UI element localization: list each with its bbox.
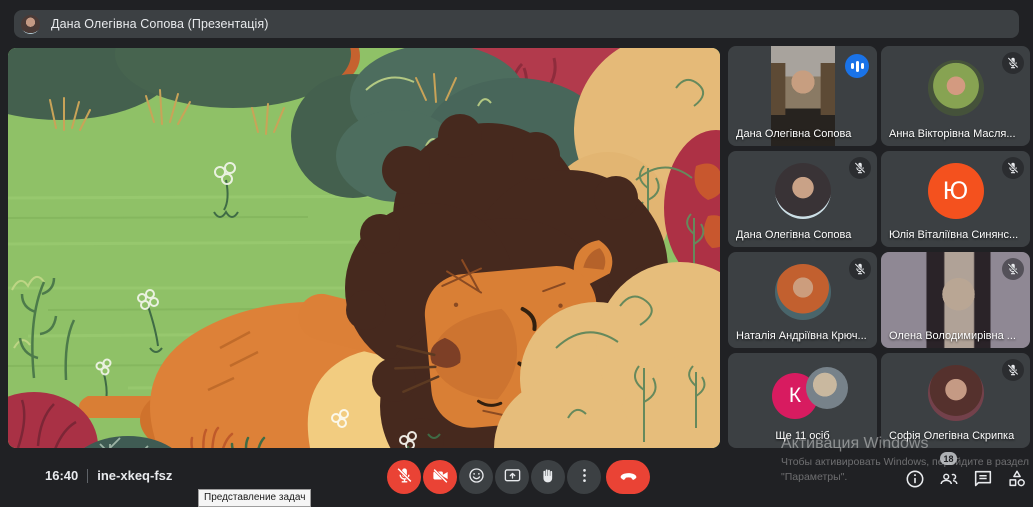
present-screen-icon (503, 466, 522, 488)
participant-name: Юлія Віталіївна Синянс... (889, 229, 1019, 241)
camera-off-button[interactable] (423, 460, 457, 494)
lion-illustration (8, 48, 720, 448)
meeting-panels (904, 468, 1028, 490)
mic-muted-icon (1002, 157, 1024, 179)
mic-muted-icon (1002, 359, 1024, 381)
call-controls (387, 460, 650, 494)
presenter-label: Дана Олегівна Сопова (Презентація) (51, 17, 269, 31)
clock: 16:40 (45, 468, 79, 483)
participant-name: Дана Олегівна Сопова (736, 128, 852, 140)
participant-tile[interactable]: Анна Вікторівна Масля... (881, 46, 1030, 146)
participant-name: Дана Олегівна Сопова (736, 229, 852, 241)
mic-off-icon (395, 466, 414, 488)
participant-name: Анна Вікторівна Масля... (889, 128, 1016, 140)
meeting-code: ine-xkeq-fsz (97, 468, 173, 483)
people-button[interactable] (938, 468, 960, 490)
smile-icon (467, 466, 486, 488)
participant-tile[interactable]: Наталія Андріївна Крюч... (728, 252, 877, 348)
end-call-icon (617, 464, 640, 490)
chat-button[interactable] (972, 468, 994, 490)
letter-avatar: Ю (927, 163, 984, 219)
participant-tile[interactable]: Софія Олегівна Скрипка (881, 353, 1030, 448)
participant-tile[interactable]: Дана Олегівна Сопова (728, 46, 877, 146)
activities-button[interactable] (1006, 468, 1028, 490)
participant-tile[interactable]: Олена Володимирівна ... (881, 252, 1030, 348)
participant-name: Софія Олегівна Скрипка (889, 430, 1015, 442)
end-call-button[interactable] (606, 460, 650, 494)
speaking-indicator-icon (845, 54, 869, 78)
divider (87, 468, 89, 483)
presentation-stage[interactable] (8, 48, 720, 448)
people-icon (938, 473, 960, 493)
avatar (927, 60, 984, 116)
mic-muted-icon (1002, 52, 1024, 74)
avatar (774, 163, 831, 219)
more-participants-tile[interactable]: К Ще 11 осіб (728, 353, 877, 448)
hand-icon (539, 466, 558, 488)
participant-tile[interactable]: Дана Олегівна Сопова (728, 151, 877, 247)
more-vertical-icon (575, 466, 594, 488)
camera-off-icon (431, 466, 450, 488)
participant-name: Олена Володимирівна ... (889, 330, 1016, 342)
reactions-button[interactable] (459, 460, 493, 494)
raise-hand-button[interactable] (531, 460, 565, 494)
info-button[interactable] (904, 468, 926, 490)
avatar (774, 264, 831, 320)
avatar (927, 364, 984, 421)
more-options-button[interactable] (567, 460, 601, 494)
participant-name: Наталія Андріївна Крюч... (736, 330, 867, 342)
present-screen-button[interactable] (495, 460, 529, 494)
avatar (806, 367, 848, 409)
meeting-info: 16:40 ine-xkeq-fsz (45, 468, 172, 483)
mic-muted-icon (849, 157, 871, 179)
info-icon (904, 470, 926, 493)
task-view-tooltip: Представление задач (198, 489, 312, 507)
presenter-avatar (21, 14, 40, 34)
chat-icon (972, 470, 994, 493)
microphone-off-button[interactable] (387, 460, 421, 494)
more-participants-label: Ще 11 осіб (775, 430, 830, 442)
mic-muted-icon (1002, 258, 1024, 280)
pinned-presentation-bar[interactable]: Дана Олегівна Сопова (Презентація) (14, 10, 1019, 38)
mic-muted-icon (849, 258, 871, 280)
participant-count-badge: 18 (940, 452, 957, 465)
watermark-text: Чтобы активировать Windows, перейдите в … (781, 456, 1029, 468)
participant-tile[interactable]: Ю Юлія Віталіївна Синянс... (881, 151, 1030, 247)
activities-icon (1006, 470, 1028, 493)
